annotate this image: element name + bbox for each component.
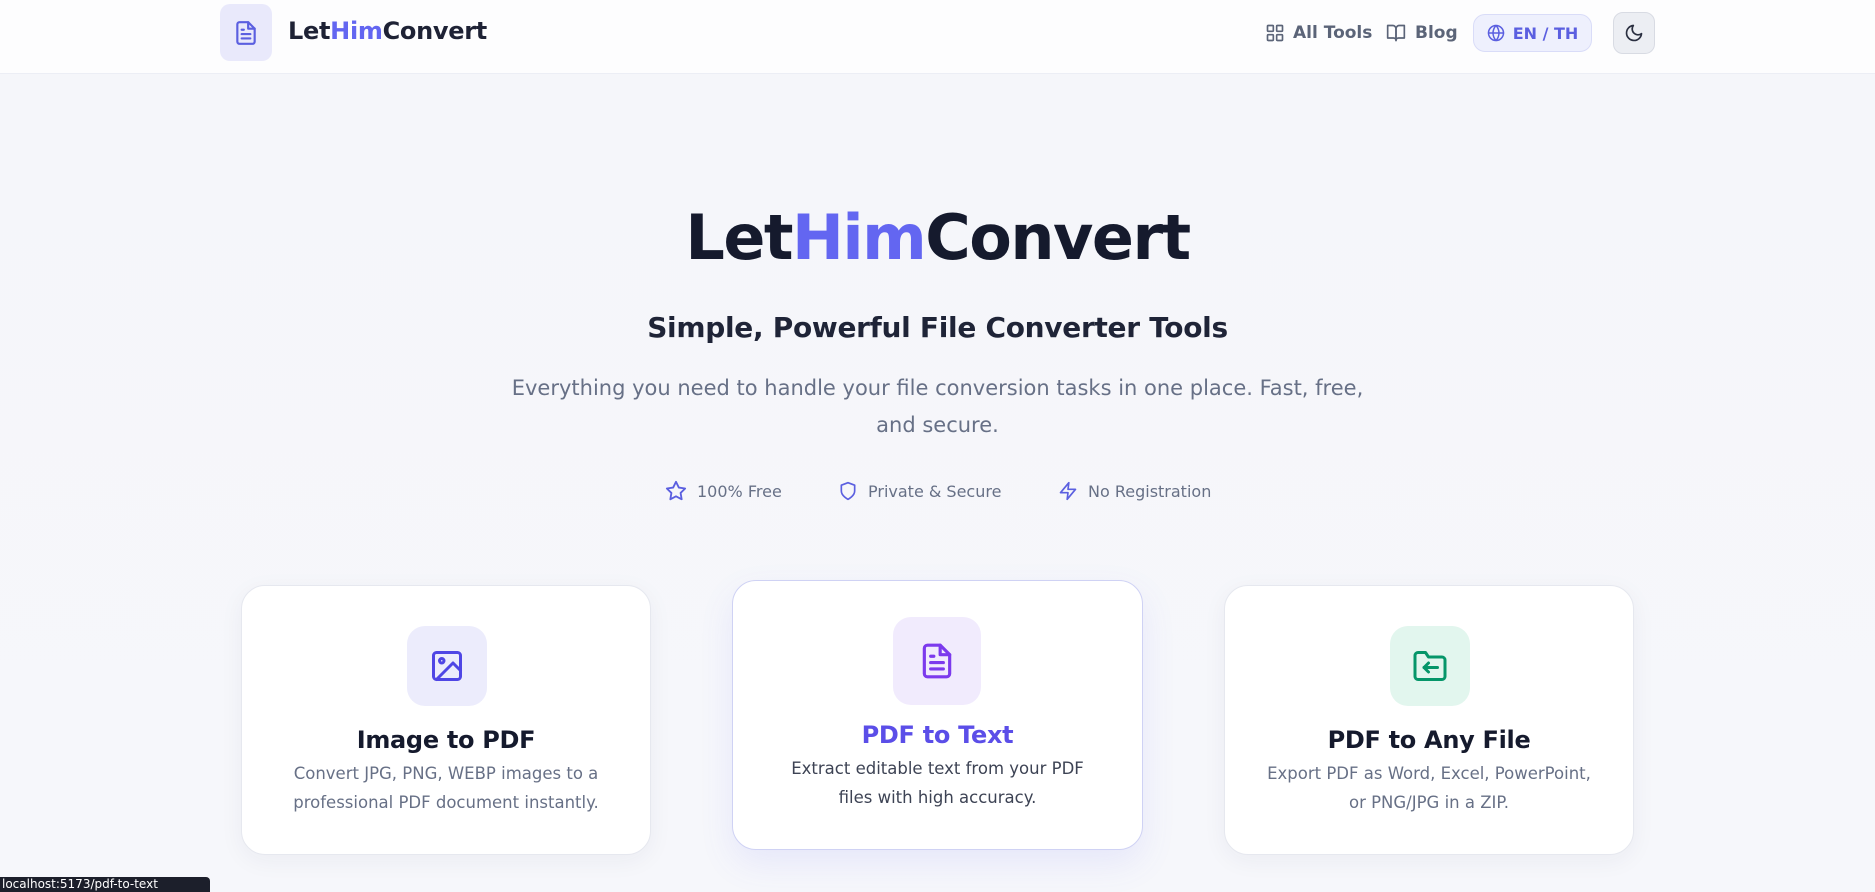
- brand-logo-text[interactable]: LetHimConvert: [288, 17, 487, 45]
- tool-title: PDF to Any File: [1327, 726, 1531, 754]
- language-label: EN / TH: [1512, 23, 1579, 43]
- shield-icon: [840, 481, 856, 501]
- tool-description: Convert JPG, PNG, WEBP images to a profe…: [293, 764, 599, 812]
- nav-all-tools[interactable]: All Tools: [1265, 20, 1372, 46]
- language-toggle-button[interactable]: EN / TH: [1473, 14, 1592, 52]
- brand-part-let: Let: [288, 17, 331, 45]
- feature-no-registration-label: No Registration: [1088, 481, 1212, 501]
- star-icon: [665, 480, 687, 501]
- hero-title: LetHimConvert: [0, 200, 1875, 276]
- hero-title-let: Let: [685, 201, 793, 274]
- feature-free: 100% Free: [665, 480, 782, 502]
- grid-icon: [1266, 24, 1284, 42]
- image-icon: [407, 626, 487, 706]
- folder-export-icon: [1390, 626, 1470, 706]
- brand-part-convert: Convert: [382, 17, 488, 45]
- tool-title: PDF to Text: [861, 721, 1014, 749]
- document-text-icon: [893, 617, 981, 705]
- hero-title-convert: Convert: [925, 201, 1191, 274]
- theme-toggle-button[interactable]: [1613, 12, 1655, 54]
- tool-description: Extract editable text from your PDF file…: [791, 759, 1084, 807]
- hero-title-him: Him: [792, 201, 927, 274]
- tool-card-pdf-to-any-file[interactable]: PDF to Any File Export PDF as Word, Exce…: [1224, 585, 1634, 855]
- nav-blog-label: Blog: [1415, 23, 1458, 43]
- tool-card-pdf-to-text[interactable]: PDF to Text Extract editable text from y…: [732, 580, 1143, 850]
- hero-subtitle: Simple, Powerful File Converter Tools: [647, 311, 1228, 344]
- tool-card-image-to-pdf[interactable]: Image to PDF Convert JPG, PNG, WEBP imag…: [241, 585, 651, 855]
- feature-private: Private & Secure: [838, 480, 1001, 502]
- feature-no-registration: No Registration: [1058, 480, 1211, 502]
- feature-private-label: Private & Secure: [868, 481, 1002, 501]
- globe-icon: [1487, 24, 1504, 42]
- tool-title: Image to PDF: [356, 726, 536, 754]
- logo-icon[interactable]: [220, 4, 272, 61]
- brand-part-him: Him: [330, 17, 383, 45]
- nav-all-tools-label: All Tools: [1293, 23, 1373, 43]
- link-preview-status: localhost:5173/pdf-to-text: [0, 877, 210, 892]
- moon-icon: [1625, 24, 1643, 42]
- feature-free-label: 100% Free: [697, 481, 782, 501]
- hero-description: Everything you need to handle your file …: [511, 376, 1364, 437]
- book-icon: [1386, 24, 1406, 42]
- tool-description: Export PDF as Word, Excel, PowerPoint, o…: [1267, 764, 1591, 812]
- top-navbar: LetHimConvert All Tools Blog EN / TH: [0, 0, 1875, 74]
- lightning-icon: [1059, 481, 1077, 501]
- nav-blog[interactable]: Blog: [1385, 20, 1458, 46]
